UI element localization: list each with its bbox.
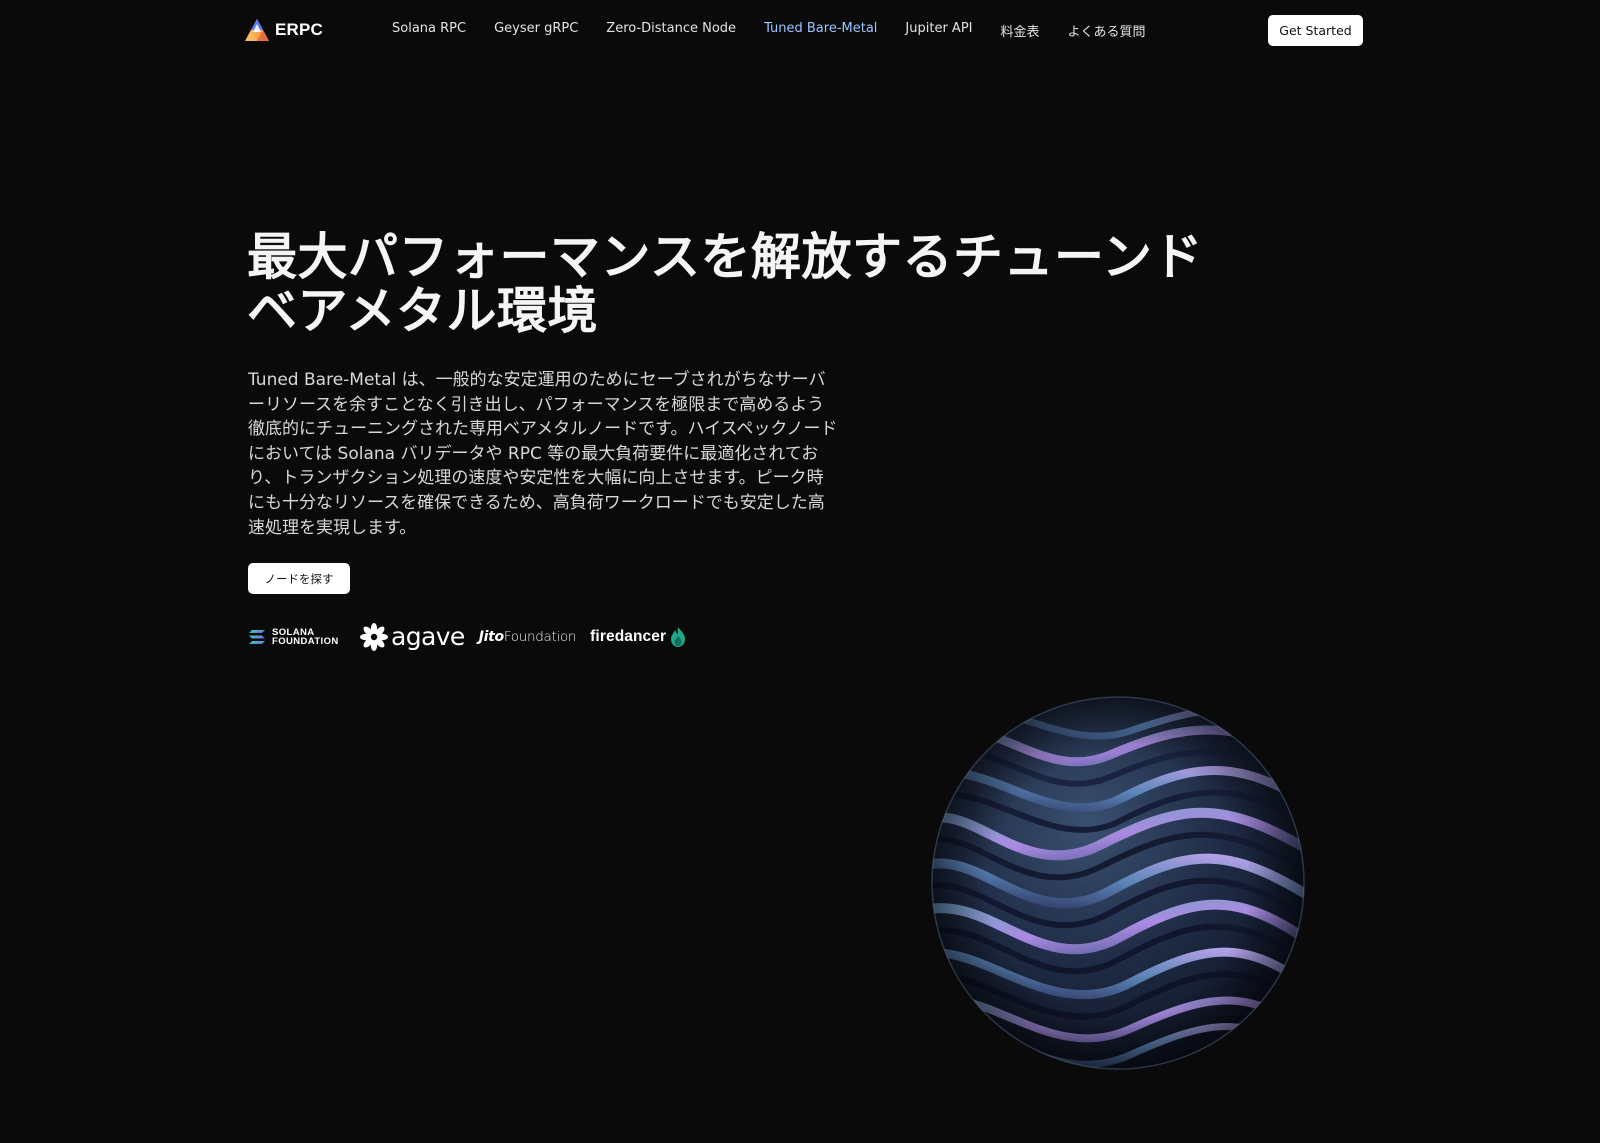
find-node-button[interactable]: ノードを探す	[248, 563, 350, 594]
main-nav: Solana RPC Geyser gRPC Zero-Distance Nod…	[392, 21, 1146, 40]
hero-title-line-2: ベアメタル環境	[247, 282, 598, 340]
nav-zero-distance-node[interactable]: Zero-Distance Node	[606, 21, 736, 40]
firedancer-wordmark: firedancer	[590, 628, 667, 645]
nav-geyser-grpc[interactable]: Geyser gRPC	[494, 21, 578, 40]
jito-foundation-wordmark: Foundation	[503, 629, 577, 645]
nav-tuned-bare-metal[interactable]: Tuned Bare-Metal	[764, 21, 877, 40]
brand-name: ERPC	[275, 20, 324, 39]
agave-flower-icon	[360, 623, 388, 651]
nav-faq[interactable]: よくある質問	[1068, 21, 1146, 40]
brand-logo[interactable]: ERPC	[243, 16, 323, 44]
solana-text-line-2: FOUNDATION	[272, 636, 339, 647]
nav-pricing[interactable]: 料金表	[1001, 21, 1040, 40]
hero-title: 最大パフォーマンスを解放するチューンド ベアメタル環境	[247, 230, 1267, 338]
flame-icon	[671, 627, 686, 647]
jito-foundation-logo: Jito Foundation	[478, 629, 577, 645]
get-started-button[interactable]: Get Started	[1268, 15, 1363, 46]
partner-logos: SOLANA FOUNDATION agave Jito Foundation …	[248, 622, 687, 652]
site-header: ERPC Solana RPC Geyser gRPC Zero-Distanc…	[0, 0, 1600, 62]
solana-foundation-logo: SOLANA FOUNDATION	[248, 627, 344, 647]
firedancer-logo: firedancer	[590, 626, 687, 648]
nav-solana-rpc[interactable]: Solana RPC	[392, 21, 466, 40]
agave-logo: agave	[360, 623, 465, 651]
nav-jupiter-api[interactable]: Jupiter API	[905, 21, 972, 40]
hero-description: Tuned Bare-Metal は、一般的な安定運用のためにセーブされがちなサ…	[248, 370, 838, 538]
erpc-logo-icon	[245, 19, 269, 41]
jito-wordmark: Jito	[478, 629, 504, 645]
solana-icon	[249, 630, 265, 644]
agave-wordmark: agave	[391, 622, 465, 651]
wavy-metallic-sphere-graphic	[931, 696, 1305, 1070]
hero-title-line-1: 最大パフォーマンスを解放するチューンド	[247, 228, 1203, 286]
